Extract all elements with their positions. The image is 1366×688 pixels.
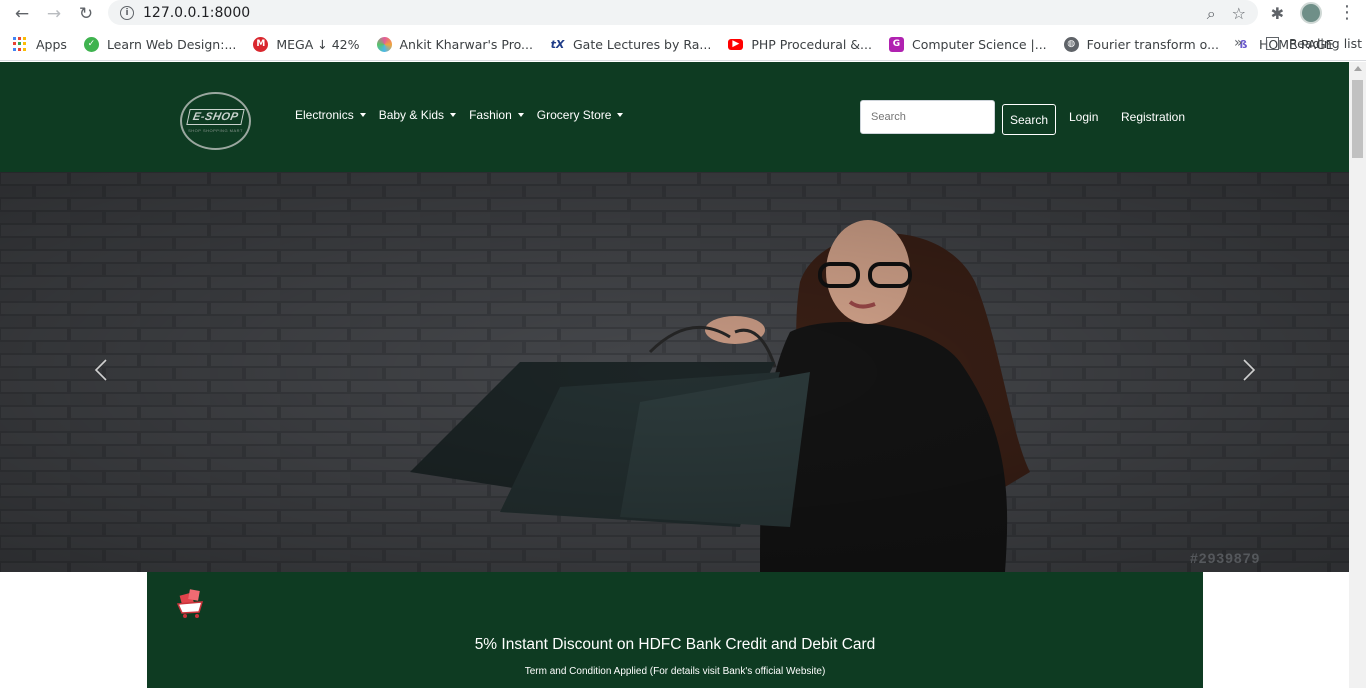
youtube-favicon: ▶ [728,38,744,50]
logo-text: E-SHOP [186,109,245,125]
forward-icon[interactable]: → [38,0,70,28]
bookmark-item[interactable]: tX Gate Lectures by Ra... [550,36,712,52]
reading-list-icon [1266,37,1279,50]
promo-subtitle: Term and Condition Applied (For details … [524,666,826,677]
reload-icon[interactable]: ↻ [70,0,102,28]
search-input[interactable] [860,100,995,134]
bookmark-item[interactable]: Ankit Kharwar's Pro... [376,36,533,52]
search-button[interactable]: Search [1002,104,1056,135]
menu-label: Grocery Store [536,108,612,122]
promo-title: 5% Instant Discount on HDFC Bank Credit … [474,636,876,653]
chevron-down-icon [359,113,366,117]
registration-link[interactable]: Registration [1121,110,1185,124]
webdesign-favicon: ✓ [83,36,99,52]
mega-favicon: M [253,36,269,52]
menu-baby-kids[interactable]: Baby & Kids [378,108,457,122]
image-watermark: #2939879 [1190,550,1261,566]
promo-banner: 5% Instant Discount on HDFC Bank Credit … [147,572,1203,688]
bookmark-label: Apps [36,36,67,52]
menu-grocery-store[interactable]: Grocery Store [537,108,624,122]
category-menu: Electronics Baby & Kids Fashion Grocery … [295,108,624,122]
eshop-logo[interactable]: E-SHOP SHOP SHOPPING MART [180,92,251,150]
browser-toolbar: ← → ↻ i 127.0.0.1:8000 ⌕ ☆ ✱ ⋮ [0,0,1366,28]
scroll-up-icon[interactable] [1354,66,1362,71]
chevron-down-icon [617,113,624,117]
address-bar[interactable]: i 127.0.0.1:8000 ⌕ ☆ [108,0,1258,25]
bookmark-apps[interactable]: Apps [13,37,67,52]
bookmark-label: MEGA ↓ 42% [276,36,360,52]
profile-avatar[interactable] [1300,2,1322,24]
bookmark-item[interactable]: M MEGA ↓ 42% [253,36,360,52]
bookmark-item[interactable]: ✓ Learn Web Design:... [83,36,237,52]
shopping-cart-icon [176,589,204,618]
bookmark-label: Computer Science |... [911,36,1047,52]
reading-list-button[interactable]: Reading list [1266,36,1362,51]
bookmark-label: Learn Web Design:... [106,36,237,52]
menu-fashion[interactable]: Fashion [469,108,524,122]
site-navbar: E-SHOP SHOP SHOPPING MART Electronics Ba… [0,62,1349,172]
pinwheel-favicon [376,36,392,52]
chevron-down-icon [517,113,524,117]
bookmark-label: Gate Lectures by Ra... [572,36,712,52]
chevron-down-icon [450,113,457,117]
menu-electronics[interactable]: Electronics [295,108,366,122]
menu-label: Baby & Kids [378,108,445,122]
page-scrollbar[interactable] [1349,62,1366,688]
g-favicon: G [888,36,904,52]
hero-carousel: #2939879 [0,172,1349,572]
tx-favicon: tX [550,37,565,51]
menu-label: Electronics [295,108,354,122]
bookmark-label: Fourier transform o... [1086,36,1220,52]
url-text[interactable]: 127.0.0.1:8000 [143,5,250,21]
page-viewport: E-SHOP SHOP SHOPPING MART Electronics Ba… [0,62,1366,688]
logo-subtext: SHOP SHOPPING MART [188,128,243,133]
more-bookmarks-icon[interactable]: » [1234,35,1243,51]
bookmark-star-icon[interactable]: ☆ [1232,4,1246,24]
apps-grid-icon [13,37,27,51]
bookmark-label: PHP Procedural &... [751,36,872,52]
site-info-icon[interactable]: i [120,5,134,20]
bookmark-item[interactable]: ▶ PHP Procedural &... [728,37,872,52]
carousel-next-icon[interactable] [1236,358,1260,382]
bookmarks-bar: Apps ✓ Learn Web Design:... M MEGA ↓ 42%… [0,28,1366,61]
login-link[interactable]: Login [1069,110,1098,124]
bookmark-label: Ankit Kharwar's Pro... [399,36,533,52]
carousel-prev-icon[interactable] [90,358,114,382]
hero-image [0,172,1349,572]
browser-menu-icon[interactable]: ⋮ [1338,4,1356,22]
zoom-icon[interactable]: ⌕ [1207,4,1216,24]
scrollbar-thumb[interactable] [1352,80,1363,158]
bookmark-item[interactable]: ◍ Fourier transform o... [1063,36,1220,52]
reading-list-label: Reading list [1289,36,1363,51]
globe-favicon: ◍ [1063,36,1079,52]
bookmark-item[interactable]: G Computer Science |... [888,36,1047,52]
extensions-icon[interactable]: ✱ [1271,4,1284,23]
back-icon[interactable]: ← [6,0,38,28]
menu-label: Fashion [469,108,512,122]
